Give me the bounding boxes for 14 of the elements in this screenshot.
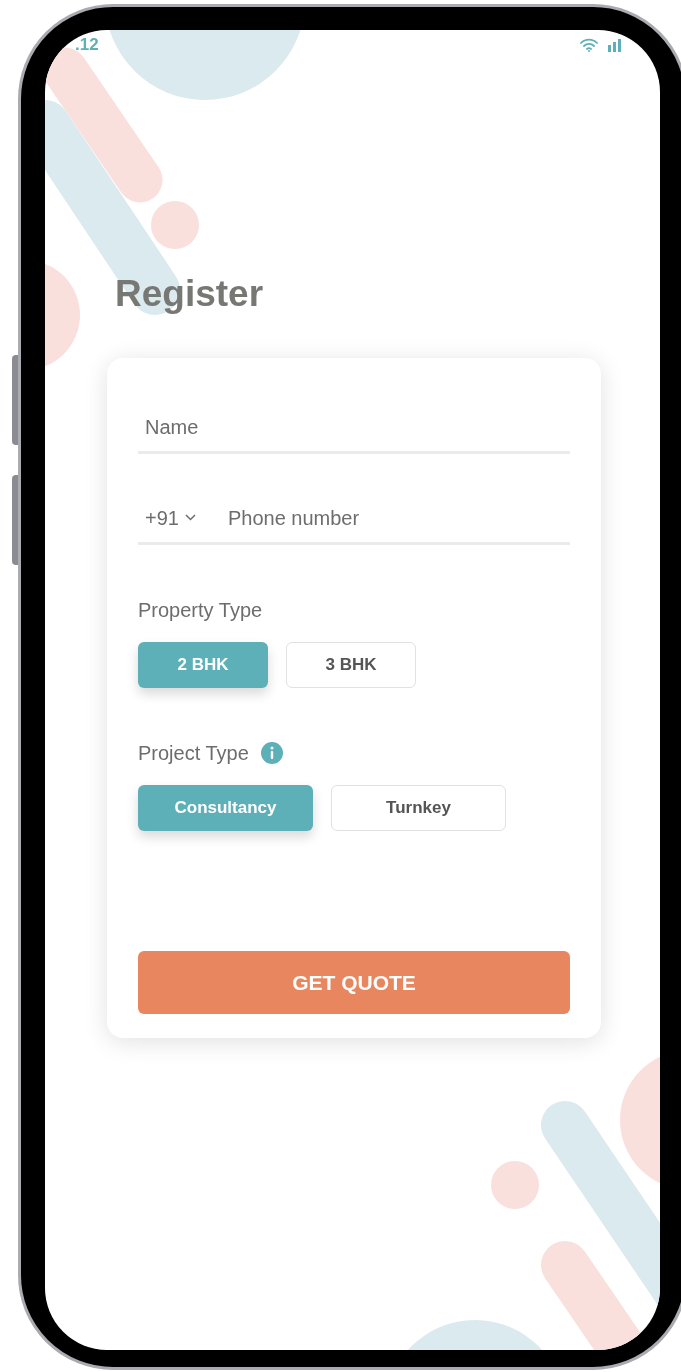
option-toggle[interactable]: 3 BHK <box>286 642 416 688</box>
get-quote-button[interactable]: GET QUOTE <box>138 951 570 1014</box>
name-field[interactable]: Name <box>138 410 570 454</box>
option-toggle[interactable]: Turnkey <box>331 785 506 831</box>
status-time: .12 <box>75 34 99 56</box>
signal-icon <box>608 37 622 52</box>
wifi-icon <box>580 37 598 52</box>
field-label: Property Type <box>138 598 264 623</box>
country-code[interactable]: +91 <box>145 502 179 533</box>
chevron-down-icon <box>184 514 196 521</box>
page-title: Register <box>115 275 265 312</box>
field-label: Project Type <box>138 741 249 766</box>
phone-field[interactable]: +91 Phone number <box>138 499 570 545</box>
info-icon[interactable] <box>260 742 283 764</box>
